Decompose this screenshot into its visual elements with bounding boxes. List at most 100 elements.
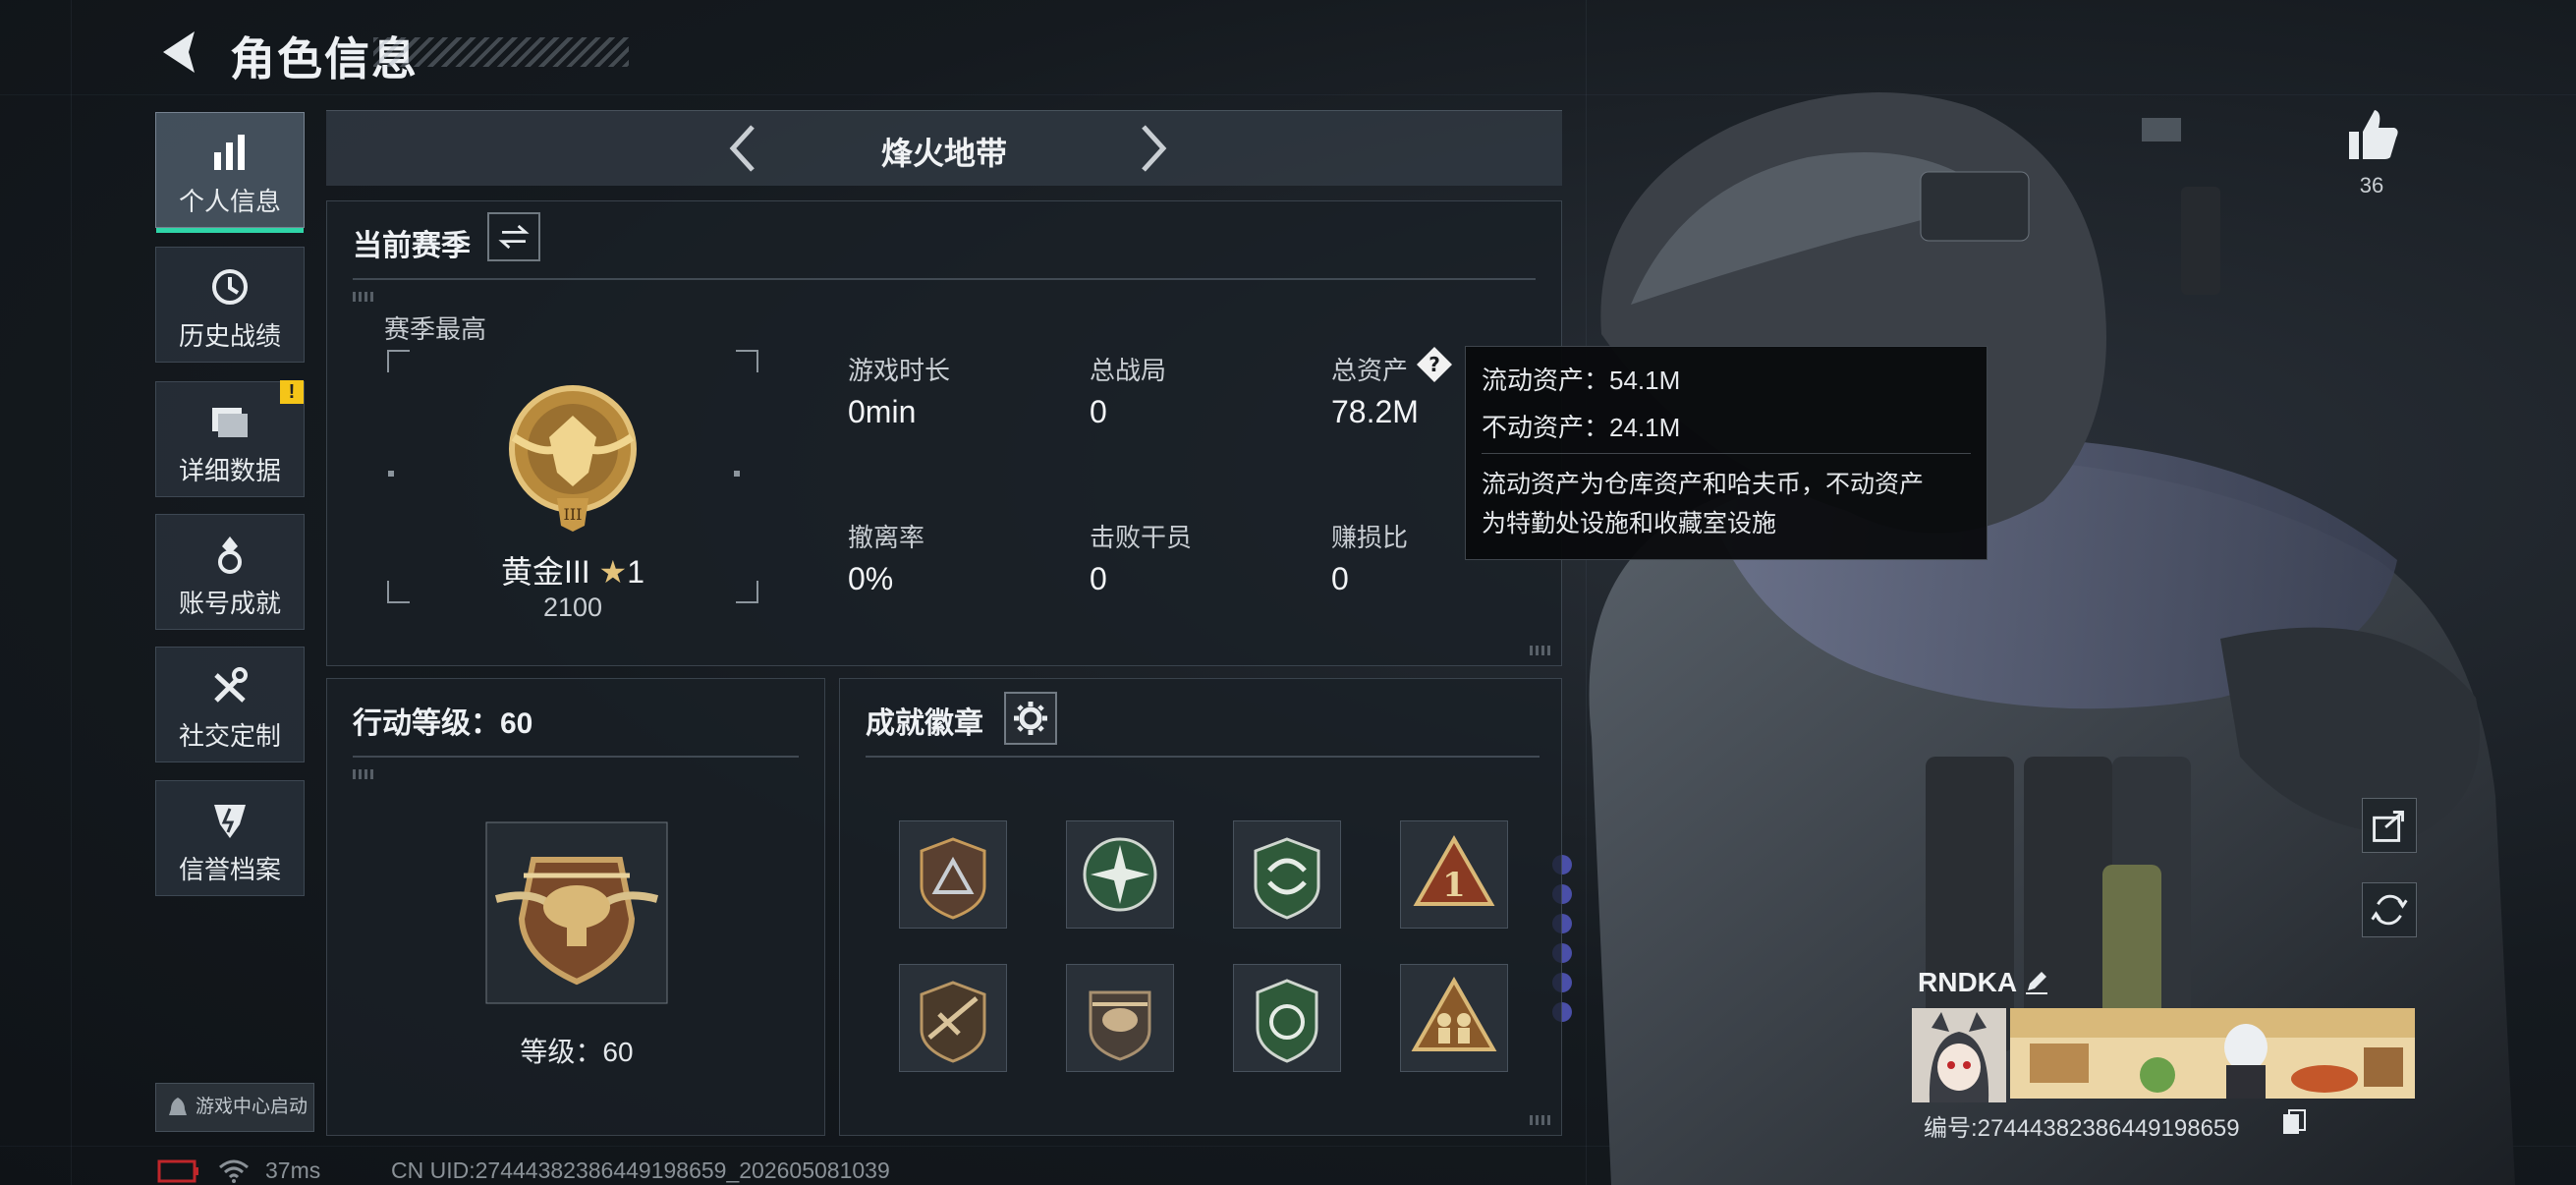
nav-item-reputation[interactable]: 信誉档案 — [155, 780, 305, 896]
action-level-panel: 行动等级：60 等级：60 — [326, 678, 825, 1136]
nav-item-detailed-data[interactable]: 详细数据 ! — [155, 380, 305, 497]
folder-icon — [212, 408, 248, 437]
divider — [353, 756, 799, 758]
rank-display: 黄金III ★1 — [425, 547, 720, 592]
compass-badge-icon — [1083, 837, 1157, 912]
achievement-badge-soldiers[interactable] — [1400, 964, 1508, 1072]
back-button[interactable] — [155, 26, 204, 79]
player-banner — [2010, 1008, 2415, 1099]
mode-title: 烽火地带 — [880, 136, 1007, 171]
help-icon[interactable]: ? — [1415, 345, 1454, 384]
achievement-badge-rifle[interactable] — [899, 964, 1007, 1072]
tooltip-description: 流动资产为仓库资产和哈夫币，不动资产 — [1482, 471, 1925, 498]
season-title: 当前赛季 — [353, 230, 471, 262]
achievement-badge-shield[interactable] — [1233, 964, 1341, 1072]
season-panel: 当前赛季 赛季最高 III 黄金III ★1 2100 游戏时长 0min 总战… — [326, 200, 1562, 666]
nav-item-achievements[interactable]: 账号成就 — [155, 514, 305, 630]
rifle-badge-icon — [920, 981, 986, 1063]
shield-icon — [214, 805, 246, 838]
achievement-badge-helicopter[interactable] — [1066, 964, 1174, 1072]
thumbs-up-icon[interactable] — [2341, 104, 2402, 165]
achievement-badge-arrows[interactable] — [1233, 820, 1341, 929]
edit-name-icon[interactable] — [2022, 967, 2051, 996]
like-count: 36 — [2359, 173, 2384, 198]
medal-icon — [218, 536, 242, 574]
stat-label: 总战局 — [1090, 356, 1167, 385]
game-center-icon — [169, 1098, 187, 1115]
stat-label: 总资产 — [1331, 356, 1409, 385]
corner-decoration — [1530, 646, 1553, 655]
shield-badge-icon — [1256, 979, 1318, 1063]
achievements-title: 成就徽章 — [866, 707, 983, 740]
player-id: 编号:2744438238644919865​9 — [1924, 1115, 2240, 1142]
divider — [353, 278, 1536, 280]
avatar-image — [1912, 1008, 2006, 1102]
level-text: 等级：60 — [520, 1037, 634, 1067]
player-avatar[interactable] — [1912, 1008, 2006, 1102]
helicopter-badge-icon — [1089, 990, 1151, 1061]
title-decoration — [373, 37, 629, 67]
ping-text: 37ms — [265, 1157, 321, 1183]
game-center-label: 游戏中心启动 — [196, 1097, 308, 1117]
soldiers-badge-icon — [1411, 976, 1497, 1051]
season-best-label: 赛季最高 — [384, 314, 487, 344]
history-icon — [212, 269, 248, 305]
player-name: RNDKA — [1918, 967, 2018, 997]
number-one-badge-icon: 1 — [1413, 834, 1495, 906]
tooltip-description: 为特勤处设施和收藏室设施 — [1482, 510, 1777, 537]
arrows-badge-icon — [1254, 837, 1320, 920]
stat-label: 赚损比 — [1331, 523, 1409, 552]
nav-item-personal-info[interactable]: 个人信息 — [155, 112, 305, 233]
helicopter-level-emblem — [485, 821, 668, 1004]
rank-points: 2100 — [542, 592, 603, 622]
tools-icon — [214, 667, 248, 703]
stat-value: 0min — [848, 394, 917, 429]
corner-decoration — [353, 769, 376, 779]
mode-tabs-bar: 烽火地带 — [326, 110, 1562, 186]
svg-text:III: III — [564, 505, 583, 524]
banner-image — [2010, 1008, 2415, 1099]
nav-label: 历史战绩 — [178, 321, 281, 351]
svg-text:?: ? — [1428, 353, 1440, 376]
rank-name: 黄金III — [500, 554, 590, 590]
tooltip-liquid-assets: 流动资产：54.1M — [1482, 366, 1681, 395]
achievement-badge-triangle[interactable] — [899, 820, 1007, 929]
nav-item-social[interactable]: 社交定制 — [155, 647, 305, 762]
game-center-button[interactable]: 游戏中心启动 — [155, 1083, 314, 1132]
next-mode-button[interactable] — [1124, 121, 1179, 176]
uid-text: CN UID:27444382386449198659_202605081039 — [391, 1157, 890, 1183]
stat-value: 0 — [1331, 561, 1349, 596]
action-level-title: 行动等级：60 — [353, 707, 533, 740]
nav-item-history[interactable]: 历史战绩 — [155, 247, 305, 363]
wifi-icon — [219, 1159, 249, 1183]
achievement-badge-compass[interactable] — [1066, 820, 1174, 929]
corner-decoration — [353, 292, 376, 302]
nav-label: 详细数据 — [178, 456, 281, 485]
stat-value: 78.2M — [1331, 394, 1419, 429]
tooltip-fixed-assets: 不动资产：24.1M — [1482, 413, 1681, 442]
asset-tooltip: 流动资产：54.1M 不动资产：24.1M 流动资产为仓库资产和哈夫币，不动资产… — [1465, 346, 1988, 560]
copy-icon[interactable] — [2281, 1108, 2307, 1136]
star-icon: ★ — [598, 554, 628, 590]
achievement-badge-number-one[interactable]: 1 — [1400, 820, 1508, 929]
stat-value: 0 — [1090, 561, 1107, 596]
nav-label: 个人信息 — [178, 187, 281, 216]
rotate-button[interactable] — [2362, 882, 2417, 937]
stat-value: 0% — [848, 561, 894, 596]
season-switch-button[interactable] — [487, 212, 540, 261]
stat-label: 游戏时长 — [848, 356, 951, 385]
nav-label: 信誉档案 — [178, 855, 281, 884]
corner-decoration — [1530, 1115, 1553, 1125]
divider — [866, 756, 1540, 758]
stat-label: 撤离率 — [848, 523, 925, 552]
triangle-badge-icon — [920, 837, 986, 920]
achievements-settings-button[interactable] — [1004, 692, 1057, 745]
share-button[interactable] — [2362, 798, 2417, 853]
alert-badge: ! — [280, 380, 304, 404]
stat-value: 0 — [1090, 394, 1107, 429]
svg-text:1: 1 — [1442, 866, 1466, 905]
bar-chart-icon — [214, 135, 245, 170]
gold-rank-emblem: III — [509, 385, 637, 532]
stat-label: 击败干员 — [1090, 523, 1193, 552]
tooltip-divider — [1482, 453, 1971, 454]
